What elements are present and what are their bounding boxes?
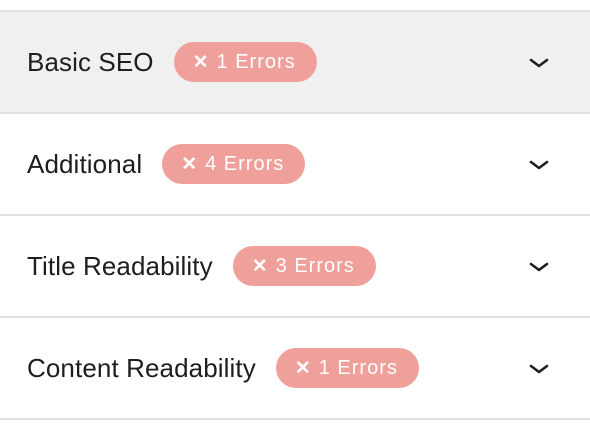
panel-title: Additional [27,148,143,179]
chevron-down-icon[interactable] [528,362,550,376]
chevron-down-icon[interactable] [528,56,550,70]
bottom-divider [0,418,590,420]
x-icon: ✕ [181,153,198,175]
panel-content-readability[interactable]: Content Readability ✕ 1 Errors [0,316,590,418]
panel-basic-seo[interactable]: Basic SEO ✕ 1 Errors [0,10,590,112]
panel-title-readability[interactable]: Title Readability ✕ 3 Errors [0,214,590,316]
panel-title: Content Readability [27,352,256,383]
error-badge: ✕ 3 Errors [232,246,376,286]
error-count-label: 4 Errors [205,152,285,175]
x-icon: ✕ [294,357,311,379]
panel-title: Basic SEO [27,46,154,77]
error-badge: ✕ 4 Errors [162,144,306,184]
error-count-label: 1 Errors [318,356,398,379]
chevron-down-icon[interactable] [528,260,550,274]
chevron-down-icon[interactable] [528,158,550,172]
seo-panel-list: Basic SEO ✕ 1 Errors Additional ✕ 4 Erro… [0,0,590,432]
panel-additional[interactable]: Additional ✕ 4 Errors [0,112,590,214]
x-icon: ✕ [251,255,268,277]
error-count-label: 3 Errors [275,254,355,277]
error-badge: ✕ 1 Errors [173,42,317,82]
x-icon: ✕ [192,51,209,73]
error-badge: ✕ 1 Errors [275,348,419,388]
panel-title: Title Readability [27,250,213,281]
error-count-label: 1 Errors [216,50,296,73]
